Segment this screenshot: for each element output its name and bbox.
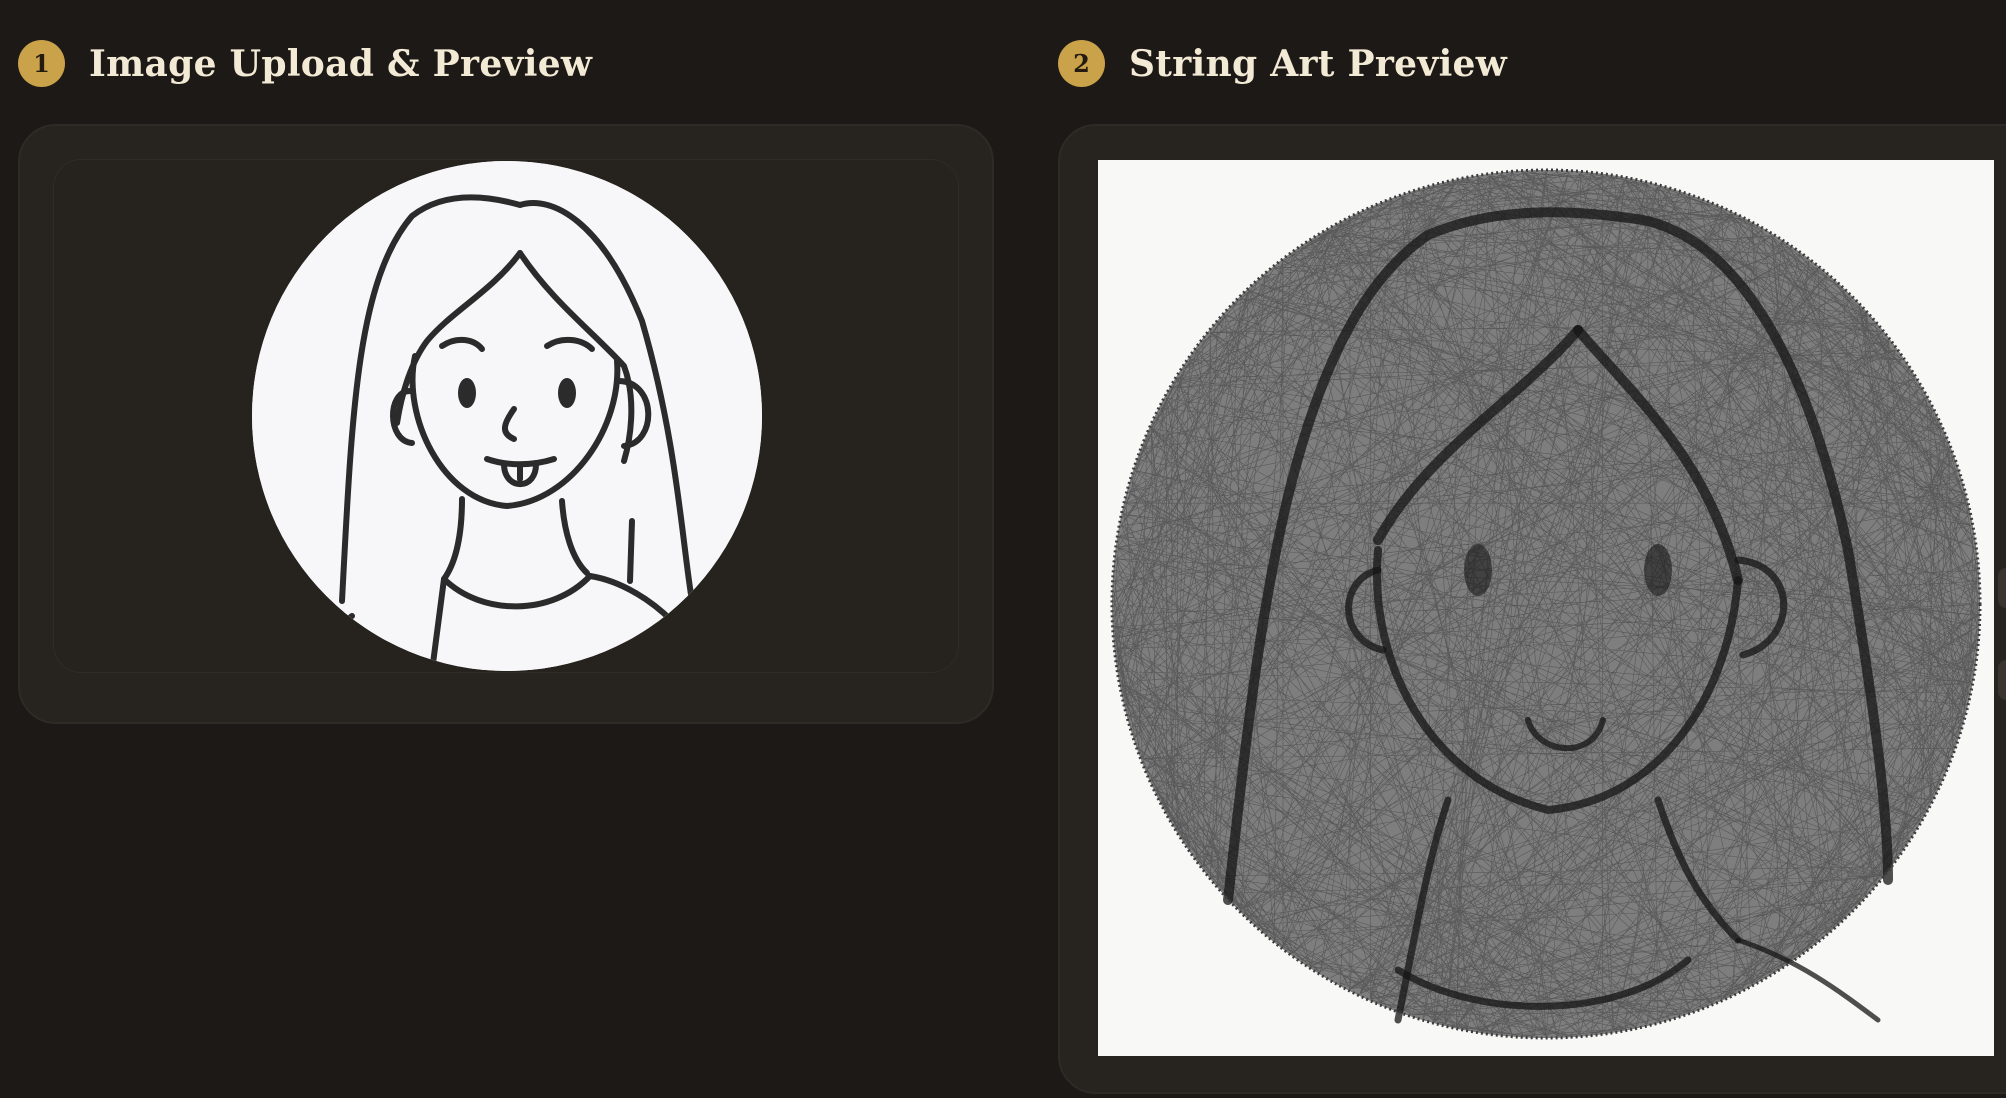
uploaded-image-preview[interactable] — [252, 161, 762, 671]
step-badge-1: 1 — [18, 40, 65, 87]
section-header-upload: 1 Image Upload & Preview — [18, 40, 592, 87]
app-page: 1 Image Upload & Preview 2 String Art Pr… — [0, 0, 2006, 1098]
section-title-upload: Image Upload & Preview — [89, 42, 593, 85]
section-header-string-art: 2 String Art Preview — [1058, 40, 1507, 87]
girl-line-drawing-image — [252, 161, 762, 671]
string-art-canvas — [1098, 160, 1994, 1056]
step-badge-2: 2 — [1058, 40, 1105, 87]
section-title-string-art: String Art Preview — [1129, 42, 1508, 85]
panel-resize-handle-top[interactable] — [1998, 568, 2006, 608]
string-art-render — [1098, 160, 1994, 1056]
panel-resize-handle-bottom[interactable] — [1998, 660, 2006, 700]
